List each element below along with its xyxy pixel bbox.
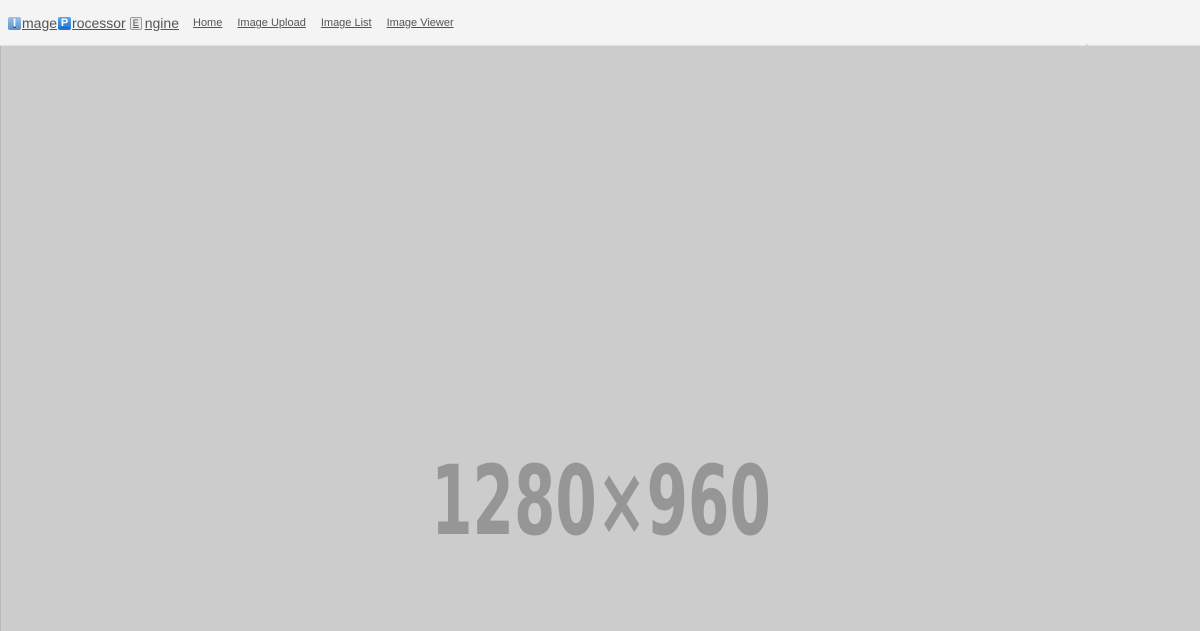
nav-link-home[interactable]: Home [193, 16, 222, 30]
nav-link-image-list[interactable]: Image List [321, 16, 372, 30]
brand-logo-link[interactable]: I mage P rocessor E ngine [8, 15, 179, 31]
main-nav: Home Image Upload Image List Image Viewe… [193, 16, 454, 30]
letter-e-icon: E [129, 16, 142, 30]
brand-text-mage: mage [22, 15, 58, 31]
letter-i-icon: I [8, 16, 21, 30]
placeholder-dimensions-label: 1280×960 [431, 445, 771, 557]
brand-text-ngine: ngine [144, 15, 179, 31]
nav-link-image-upload[interactable]: Image Upload [237, 16, 306, 30]
nav-link-image-viewer[interactable]: Image Viewer [387, 16, 454, 30]
letter-p-icon: P [58, 16, 72, 30]
top-navbar: I mage P rocessor E ngine Home Image Upl… [0, 0, 1200, 46]
brand-text-rocessor: rocessor [72, 15, 126, 31]
image-placeholder: 1280×960 [0, 46, 1200, 631]
